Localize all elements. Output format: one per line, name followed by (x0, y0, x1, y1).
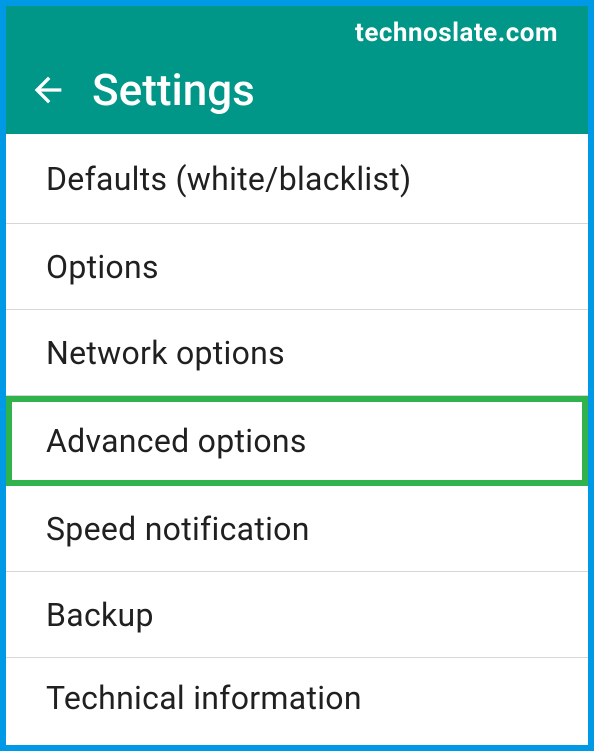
arrow-left-icon (28, 70, 68, 114)
back-button[interactable] (24, 68, 72, 116)
list-item-label: Speed notification (46, 510, 310, 548)
list-item-label: Network options (46, 334, 285, 372)
app-header: technoslate.com Settings (6, 6, 588, 134)
settings-list: Defaults (white/blacklist) Options Netwo… (6, 134, 588, 738)
list-item-label: Defaults (white/blacklist) (46, 160, 412, 198)
list-item-label: Backup (46, 596, 154, 634)
list-item-label: Options (46, 248, 159, 286)
page-title: Settings (92, 64, 255, 116)
watermark-text: technoslate.com (355, 18, 558, 48)
list-item-network-options[interactable]: Network options (6, 310, 588, 396)
list-item-backup[interactable]: Backup (6, 572, 588, 658)
list-item-advanced-options[interactable]: Advanced options (6, 396, 588, 486)
list-item-technical-information[interactable]: Technical information (6, 658, 588, 738)
list-item-options[interactable]: Options (6, 224, 588, 310)
list-item-defaults[interactable]: Defaults (white/blacklist) (6, 134, 588, 224)
list-item-speed-notification[interactable]: Speed notification (6, 486, 588, 572)
list-item-label: Advanced options (46, 422, 307, 460)
list-item-label: Technical information (46, 679, 362, 717)
